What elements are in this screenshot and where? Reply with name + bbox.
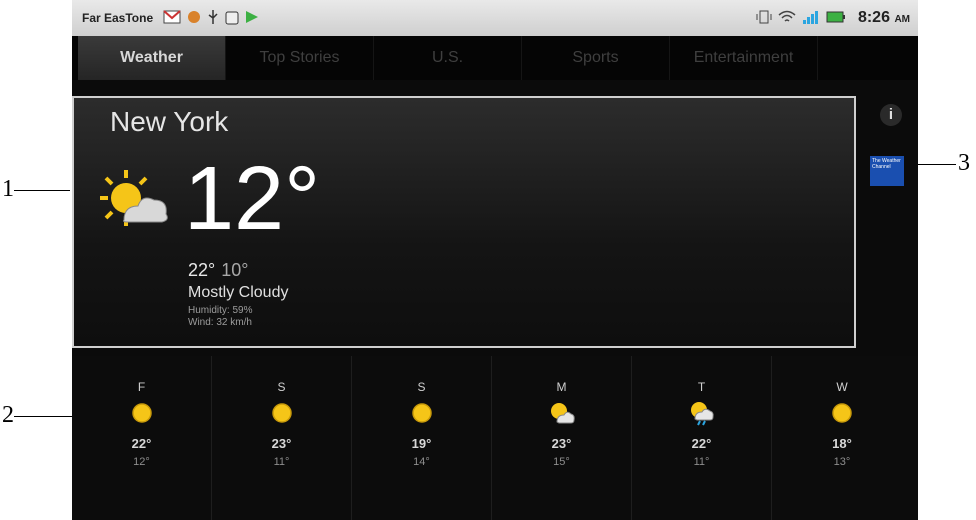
tab-sports[interactable]: Sports — [522, 36, 670, 80]
signal-icon — [802, 10, 820, 27]
wind-text: Wind: 32 km/h — [188, 317, 252, 328]
forecast-day-name: F — [137, 380, 146, 394]
today-low: 10° — [221, 260, 249, 280]
callout-2: 2 — [2, 402, 14, 428]
partly-cloudy-icon — [549, 400, 575, 431]
current-weather-card[interactable]: New York 12° 22° 10° Mostly Cloudy Humidi… — [72, 96, 856, 348]
city-name: New York — [110, 106, 229, 137]
forecast-low: 11° — [693, 456, 710, 468]
forecast-day[interactable]: W 18° 13° — [772, 356, 912, 520]
forecast-day-name: W — [836, 380, 848, 394]
forecast-high: 23° — [551, 436, 572, 451]
callout-3: 3 — [958, 150, 970, 176]
tab-entertainment[interactable]: Entertainment — [670, 36, 818, 80]
forecast-high: 18° — [832, 436, 852, 451]
android-icon — [225, 9, 239, 28]
rain-icon — [689, 400, 715, 431]
callout-line-1 — [14, 190, 70, 191]
condition-text: Mostly Cloudy — [188, 284, 289, 301]
forecast-day[interactable]: F 22° 12° — [72, 356, 212, 520]
callout-1: 1 — [2, 176, 14, 202]
info-button[interactable]: i — [880, 104, 902, 126]
forecast-low: 13° — [833, 456, 851, 468]
callout-line-2 — [14, 416, 74, 417]
weather-channel-logo[interactable]: The Weather Channel — [870, 156, 904, 186]
current-temperature: 12° — [184, 149, 321, 249]
play-icon — [245, 10, 259, 27]
forecast-strip: F 22° 12° S 23° 11° S 19° 14° M 23° 15° … — [72, 356, 918, 520]
app-notification-icon — [187, 10, 201, 27]
forecast-day-name: S — [417, 380, 426, 394]
forecast-day[interactable]: S 19° 14° — [352, 356, 492, 520]
usb-icon — [207, 9, 219, 28]
vibrate-icon — [756, 9, 772, 28]
forecast-day-name: S — [277, 380, 286, 394]
forecast-low: 12° — [133, 456, 150, 468]
status-bar: Far EasTone 8:26 AM — [72, 0, 918, 36]
forecast-high: 23° — [271, 436, 292, 451]
battery-icon — [826, 10, 846, 27]
tab-weather[interactable]: Weather — [78, 36, 226, 80]
forecast-low: 15° — [553, 456, 570, 468]
forecast-day[interactable]: M 23° 15° — [492, 356, 632, 520]
forecast-day[interactable]: S 23° 11° — [212, 356, 352, 520]
forecast-low: 11° — [273, 456, 290, 468]
sun-icon — [129, 400, 155, 431]
gmail-icon — [163, 9, 181, 27]
sun-icon — [269, 400, 295, 431]
sun-icon — [409, 400, 435, 431]
forecast-high: 19° — [411, 436, 432, 451]
forecast-high: 22° — [691, 436, 712, 451]
forecast-day-name: T — [697, 380, 706, 394]
partly-cloudy-icon — [100, 168, 170, 235]
status-right: 8:26 AM — [756, 0, 910, 36]
wifi-icon — [778, 10, 796, 27]
sun-icon — [829, 400, 855, 431]
news-tabs: Weather Top Stories U.S. Sports Entertai… — [72, 36, 918, 80]
clock: 8:26 AM — [857, 9, 910, 26]
high-low: 22° 10° — [188, 260, 248, 281]
today-high: 22° — [188, 260, 216, 280]
forecast-day[interactable]: T 22° 11° — [632, 356, 772, 520]
tab-top-stories[interactable]: Top Stories — [226, 36, 374, 80]
carrier-name: Far EasTone — [82, 11, 154, 25]
humidity-text: Humidity: 59% — [188, 305, 253, 316]
tab-us[interactable]: U.S. — [374, 36, 522, 80]
forecast-low: 14° — [413, 456, 430, 468]
device-screen: Far EasTone 8:26 AM Weather Top Stories … — [72, 0, 918, 520]
forecast-day-name: M — [556, 380, 567, 394]
logo-text: The Weather Channel — [872, 158, 901, 170]
forecast-high: 22° — [131, 436, 152, 451]
